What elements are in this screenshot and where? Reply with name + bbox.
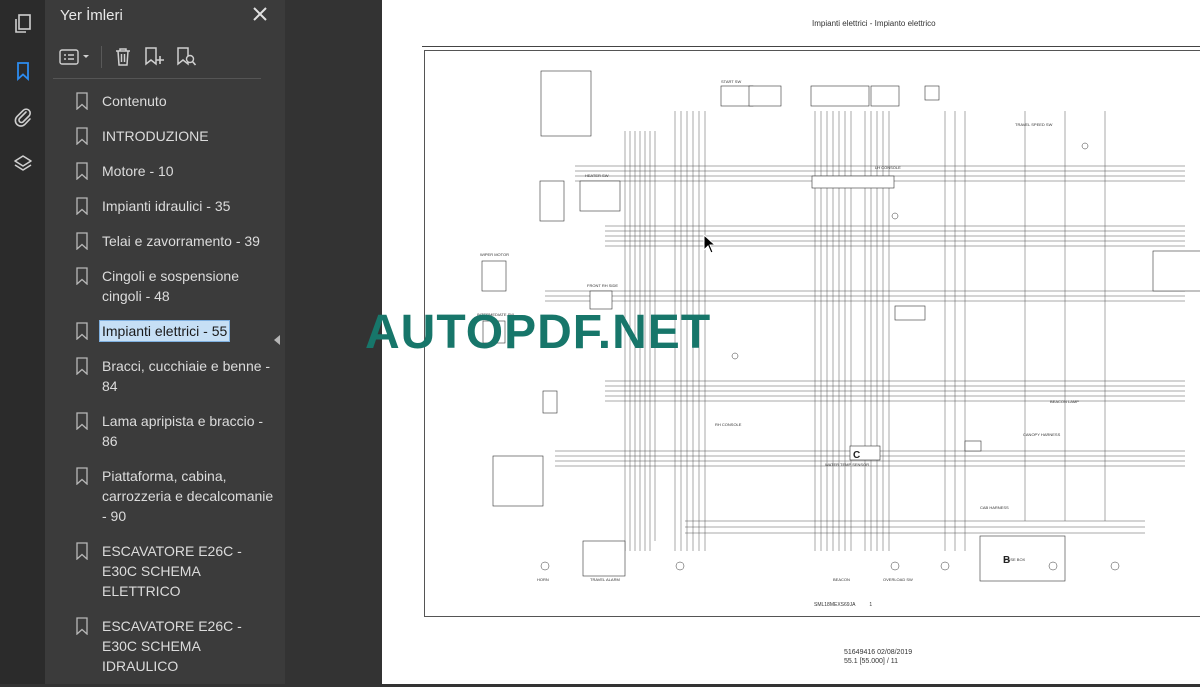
bookmark-label: Cingoli e sospensione cingoli - 48 [102,268,239,304]
mouse-cursor-icon [703,234,717,254]
bookmark-item-contenuto[interactable]: Contenuto [73,87,281,115]
bookmark-item-motore[interactable]: Motore - 10 [73,157,281,185]
side-rail [0,0,45,684]
bookmark-item-impianti-idraulici[interactable]: Impianti idraulici - 35 [73,192,281,220]
bookmarks-panel: Yer İmleri Contenuto INTRODUZIONE Motore… [45,0,285,684]
bookmark-icon [76,197,88,215]
diagram-code: SML18MEXS69JA 1 [814,602,872,608]
bookmark-label: Piattaforma, cabina, carrozzeria e decal… [102,468,274,524]
bookmark-icon [76,322,88,340]
close-icon[interactable] [249,3,271,25]
bookmark-icon [76,542,88,560]
bookmark-label: Impianti idraulici - 35 [102,198,231,214]
toolbar-divider [101,46,102,68]
bookmark-item-schema-idraulico[interactable]: ESCAVATORE E26C - E30C SCHEMA IDRAULICO [73,612,281,680]
diagram-label-cab-harness: CAB HARNESS [980,505,1009,510]
wiring-diagram: LH CONSOLE RH CONSOLE START SW HEATER SW… [424,50,1200,617]
diagram-label-lh-console: LH CONSOLE [875,165,901,170]
bookmark-item-bracci[interactable]: Bracci, cucchiaie e benne - 84 [73,352,281,400]
document-page: Impianti elettrici - Impianto elettrico [382,0,1200,684]
diagram-label-rh-console: RH CONSOLE [715,422,742,427]
bookmark-label: Impianti elettrici - 55 [98,320,231,342]
bookmark-item-impianti-elettrici[interactable]: Impianti elettrici - 55 [73,317,281,345]
collapse-panel-arrow-icon[interactable] [273,334,281,346]
header-rule [422,46,1200,47]
diagram-label-canopy-harness: CANOPY HARNESS [1023,432,1061,437]
bookmarks-toolbar [55,42,204,72]
diagram-block-c: C [853,450,860,461]
bookmark-icon [76,162,88,180]
bookmark-item-piattaforma[interactable]: Piattaforma, cabina, carrozzeria e decal… [73,462,281,530]
bookmark-label: Telai e zavorramento - 39 [102,233,260,249]
diagram-label-start-sw: START SW [721,79,741,84]
bookmark-item-introduzione[interactable]: INTRODUZIONE [73,122,281,150]
pages-icon[interactable] [6,6,39,39]
bookmark-label: Lama apripista e braccio - 86 [102,413,264,449]
bookmark-label: ESCAVATORE E26C - E30C SCHEMA ELETTRICO [102,543,242,599]
bookmarks-icon[interactable] [6,54,39,87]
find-bookmark-button[interactable] [172,43,200,71]
bookmark-list: Contenuto INTRODUZIONE Motore - 10 Impia… [73,87,281,687]
diagram-label-beacon: BEACON [833,577,850,582]
diagram-label-front-rh-side: FRONT RH SIDE [587,283,618,288]
bookmark-icon [76,357,88,375]
layers-icon[interactable] [6,147,39,180]
bookmark-label: ESCAVATORE E26C - E30C SCHEMA IDRAULICO [102,618,242,674]
diagram-label-temp-sensor: WATER TEMP SENSOR [825,462,869,467]
bookmark-icon [76,617,88,635]
diagram-block-b: B [1003,555,1010,566]
diagram-label-horn: HORN [537,577,549,582]
diagram-label-intermediate-sw: INTERMEDIATE SW [477,312,514,317]
bookmark-icon [76,127,88,145]
diagram-label-travel-speed-sw: TRAVEL SPEED SW [1015,122,1053,127]
add-bookmark-button[interactable] [140,43,168,71]
document-id: 51649416 02/08/2019 [844,649,913,656]
panel-divider [53,78,261,79]
diagram-code-text: SML18MEXS69JA [814,602,856,608]
bookmark-label: Bracci, cucchiaie e benne - 84 [102,358,271,394]
page-number: 55.1 [55.000] / 11 [844,658,898,665]
bookmark-item-schema-elettrico[interactable]: ESCAVATORE E26C - E30C SCHEMA ELETTRICO [73,537,281,605]
diagram-label-travel-alarm: TRAVEL ALARM [590,577,620,582]
diagram-label-beacon-lamp: BEACON LAMP [1050,399,1079,404]
bookmark-icon [76,412,88,430]
bookmark-label: Motore - 10 [102,163,174,179]
diagram-sheet-number: 1 [869,602,873,608]
bookmark-icon [76,232,88,250]
bookmark-item-telai[interactable]: Telai e zavorramento - 39 [73,227,281,255]
bookmark-item-cingoli[interactable]: Cingoli e sospensione cingoli - 48 [73,262,281,310]
page-header: Impianti elettrici - Impianto elettrico [812,19,936,28]
delete-bookmark-button[interactable] [110,43,136,71]
diagram-label-wiper-motor: WIPER MOTOR [480,252,509,257]
diagram-label-overload-sw: OVERLOAD SW [883,577,913,582]
bookmark-icon [76,92,88,110]
bookmark-item-lama[interactable]: Lama apripista e braccio - 86 [73,407,281,455]
bookmark-icon [76,467,88,485]
bookmark-icon [76,267,88,285]
attachments-icon[interactable] [6,100,39,133]
options-menu-button[interactable] [55,43,93,71]
bookmark-label: INTRODUZIONE [102,128,209,144]
bookmark-label: Contenuto [102,93,167,109]
panel-title: Yer İmleri [60,7,123,24]
diagram-label-heater-sw: HEATER SW [585,173,609,178]
